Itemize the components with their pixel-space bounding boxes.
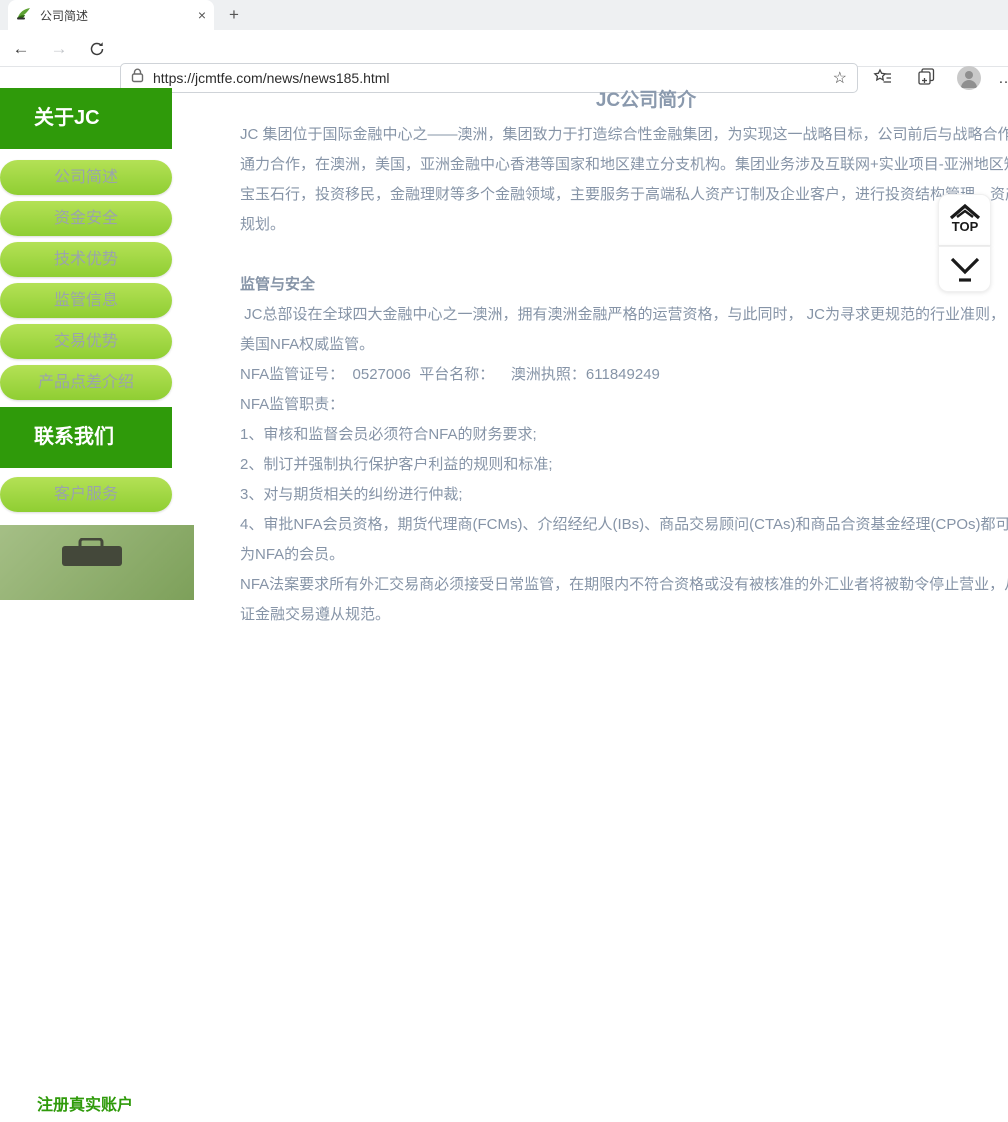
sidebar-item-customer-service[interactable]: 客户服务	[0, 477, 172, 512]
scroll-buttons: TOP	[938, 194, 991, 292]
new-tab-button[interactable]: +	[222, 4, 246, 28]
sidebar-item-fund-safety[interactable]: 资金安全	[0, 201, 172, 236]
register-real-account-button[interactable]: 注册真实账户	[16, 1090, 154, 1122]
svg-text:TOP: TOP	[951, 219, 978, 234]
briefcase-icon	[58, 538, 128, 568]
duty-item-1: 1、审核和监督会员必须符合NFA的财务要求;	[240, 420, 1008, 450]
scroll-down-button[interactable]	[938, 246, 991, 292]
sidebar-item-product-spread[interactable]: 产品点差介绍	[0, 365, 172, 400]
browser-toolbar: ← → https://jcmtfe.com/news/news185.html…	[0, 30, 1008, 67]
duty-item-2: 2、制订并强制执行保护客户利益的规则和标准;	[240, 450, 1008, 480]
site-favicon-icon	[16, 5, 32, 26]
tab-title: 公司简述	[40, 7, 190, 24]
back-icon[interactable]: ←	[8, 36, 34, 62]
scroll-to-top-button[interactable]: TOP	[938, 194, 991, 246]
lock-icon	[131, 68, 144, 88]
regulation-paragraph: JC总部设在全球四大金融中心之一澳洲，拥有澳洲金融严格的运营资格，与此同时， J…	[240, 300, 1008, 360]
tab-close-icon[interactable]: ×	[198, 8, 206, 22]
sidebar-item-company-overview[interactable]: 公司简述	[0, 160, 172, 195]
collections-icon[interactable]	[916, 67, 938, 89]
intro-paragraph: JC 集团位于国际金融中心之——澳洲，集团致力于打造综合性金融集团，为实现这一战…	[240, 120, 1008, 240]
sidebar-item-tech-advantage[interactable]: 技术优势	[0, 242, 172, 277]
page-title: JC公司简介	[240, 88, 1008, 114]
duty-item-3: 3、对与期货相关的纠纷进行仲裁;	[240, 480, 1008, 510]
profile-avatar[interactable]	[957, 66, 981, 90]
license-line: NFA监管证号： 0527006 平台名称： 澳洲执照：611849249	[240, 360, 1008, 390]
sidebar-section-about: 关于JC	[0, 88, 172, 149]
section-heading-regulation: 监管与安全	[240, 270, 1008, 300]
forward-icon[interactable]: →	[46, 36, 72, 62]
chevron-down-icon	[945, 253, 985, 285]
favorites-list-icon[interactable]	[873, 67, 895, 89]
browser-tab-bar: 公司简述 × +	[0, 0, 1008, 30]
top-arrow-icon: TOP	[945, 202, 985, 238]
sidebar-section-contact: 联系我们	[0, 407, 172, 468]
sidebar-item-trading-advantage[interactable]: 交易优势	[0, 324, 172, 359]
duties-title: NFA监管职责：	[240, 390, 1008, 420]
refresh-icon[interactable]	[84, 36, 110, 62]
browser-tab[interactable]: 公司简述 ×	[8, 0, 214, 30]
sidebar-promo-image: 注册真实账户	[0, 525, 194, 600]
law-paragraph: NFA法案要求所有外汇交易商必须接受日常监管，在期限内不符合资格或没有被核准的外…	[240, 570, 1008, 630]
article: JC公司简介 JC 集团位于国际金融中心之——澳洲，集团致力于打造综合性金融集团…	[240, 88, 1008, 630]
sidebar-item-regulatory-info[interactable]: 监管信息	[0, 283, 172, 318]
duty-item-4: 4、审批NFA会员资格，期货代理商(FCMs)、介绍经纪人(IBs)、商品交易顾…	[240, 510, 1008, 570]
url-text[interactable]: https://jcmtfe.com/news/news185.html	[153, 70, 833, 86]
add-favorite-star-icon[interactable]: ☆	[833, 68, 847, 88]
